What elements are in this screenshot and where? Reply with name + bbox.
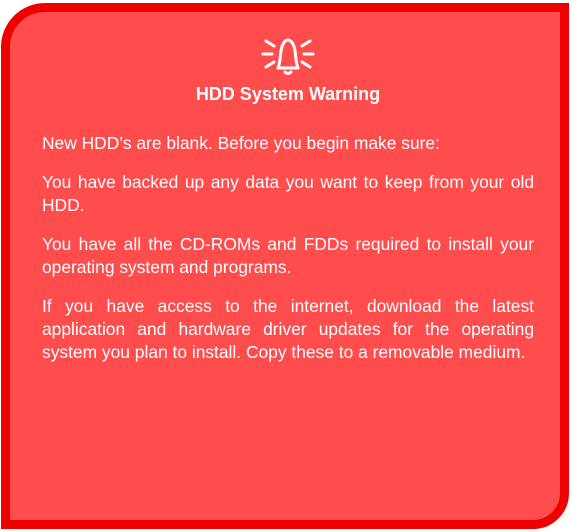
warning-paragraph-drivers: If you have access to the internet, down…	[42, 296, 534, 362]
bell-warning-icon	[42, 34, 534, 80]
warning-box: HDD System Warning New HDD’s are blank. …	[1, 3, 569, 529]
warning-title: HDD System Warning	[195, 84, 381, 104]
warning-paragraph-media: You have all the CD-ROMs and FDDs requir…	[42, 234, 534, 277]
warning-paragraph-backup: You have backed up any data you want to …	[42, 172, 534, 215]
warning-paragraph-intro: New HDD’s are blank. Before you begin ma…	[42, 133, 440, 153]
